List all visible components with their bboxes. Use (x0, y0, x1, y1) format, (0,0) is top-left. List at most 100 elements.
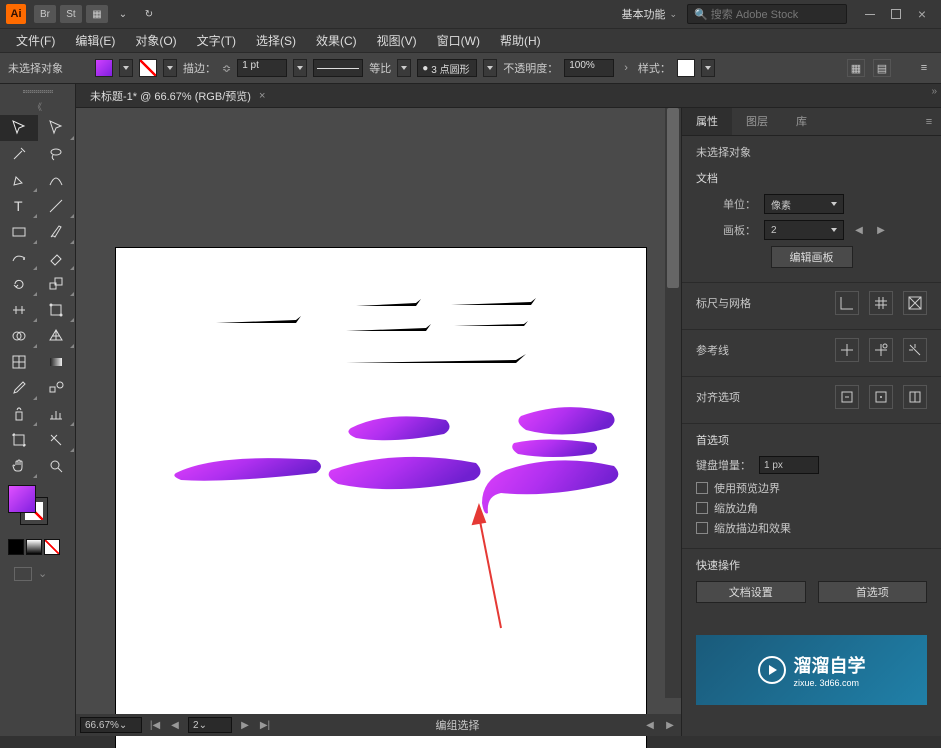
mesh-tool[interactable] (0, 349, 38, 375)
chevron-down-icon[interactable]: ⌄ (112, 5, 134, 23)
menu-window[interactable]: 窗口(W) (427, 29, 490, 53)
stroke-dropdown[interactable] (163, 59, 177, 77)
color-mode-gradient[interactable] (26, 539, 42, 555)
kb-increment-input[interactable]: 1 px (759, 456, 819, 474)
artboard-select[interactable]: 2 (764, 220, 844, 240)
menu-view[interactable]: 视图(V) (367, 29, 427, 53)
ruler-icon[interactable] (835, 291, 859, 315)
smart-guides-icon[interactable] (903, 338, 927, 362)
color-mode-none[interactable] (44, 539, 60, 555)
style-swatch[interactable] (677, 59, 695, 77)
doc-setup-button[interactable]: 文档设置 (696, 581, 806, 603)
fill-swatch[interactable] (95, 59, 113, 77)
width-tool[interactable] (0, 297, 38, 323)
eyedropper-tool[interactable] (0, 375, 38, 401)
menu-effect[interactable]: 效果(C) (306, 29, 367, 53)
doc-setup-icon[interactable]: ▦ (847, 59, 865, 77)
brush-sample[interactable] (313, 59, 363, 77)
arrange-icon[interactable]: ▦ (86, 5, 108, 23)
brush-dropdown[interactable] (397, 59, 411, 77)
tab-properties[interactable]: 属性 (682, 108, 732, 135)
curvature-tool[interactable] (38, 167, 76, 193)
gradient-tool[interactable] (38, 349, 76, 375)
hscroll-left-icon[interactable]: ◀ (643, 718, 657, 732)
width-profile[interactable]: ● 3 点圆形 (417, 59, 477, 77)
snap-grid-icon[interactable] (903, 385, 927, 409)
menu-object[interactable]: 对象(O) (125, 29, 186, 53)
snap-point-icon[interactable] (869, 385, 893, 409)
menu-select[interactable]: 选择(S) (246, 29, 306, 53)
symbol-sprayer-tool[interactable] (0, 401, 38, 427)
blend-tool[interactable] (38, 375, 76, 401)
color-mode-solid[interactable] (8, 539, 24, 555)
eraser-tool[interactable] (38, 245, 76, 271)
menu-file[interactable]: 文件(F) (6, 29, 65, 53)
prefs-icon[interactable]: ▤ (873, 59, 891, 77)
stroke-stepper-icon[interactable]: ≎ (222, 62, 231, 75)
style-dropdown[interactable] (701, 59, 715, 77)
rectangle-tool[interactable] (0, 219, 38, 245)
menu-type[interactable]: 文字(T) (187, 29, 246, 53)
free-transform-tool[interactable] (38, 297, 76, 323)
vertical-scrollbar[interactable] (665, 108, 681, 698)
zoom-dropdown[interactable]: 66.67% ⌄ (80, 717, 142, 733)
close-button[interactable]: × (909, 4, 935, 24)
zoom-tool[interactable] (38, 453, 76, 479)
workspace-chevron-icon[interactable]: ⌄ (669, 9, 677, 20)
magic-wand-tool[interactable] (0, 141, 38, 167)
snap-pixel-icon[interactable] (835, 385, 859, 409)
tab-close-icon[interactable]: × (259, 90, 265, 102)
type-tool[interactable]: T (0, 193, 38, 219)
direct-selection-tool[interactable] (38, 115, 76, 141)
last-artboard-icon[interactable]: ▶| (258, 718, 272, 732)
artboard-tool[interactable] (0, 427, 38, 453)
guides-show-icon[interactable] (835, 338, 859, 362)
perspective-tool[interactable] (38, 323, 76, 349)
hscroll-right-icon[interactable]: ▶ (663, 718, 677, 732)
stroke-swatch[interactable] (139, 59, 157, 77)
grid-icon[interactable] (869, 291, 893, 315)
units-select[interactable]: 像素 (764, 194, 844, 214)
line-tool[interactable] (38, 193, 76, 219)
opacity-input[interactable]: 100% (564, 59, 614, 77)
fill-color[interactable] (8, 485, 36, 513)
stock-icon[interactable]: St (60, 5, 82, 23)
opacity-chevron-icon[interactable]: › (624, 62, 628, 74)
profile-dropdown[interactable] (483, 59, 497, 77)
preferences-button[interactable]: 首选项 (818, 581, 928, 603)
preview-bounds-checkbox[interactable] (696, 482, 708, 494)
maximize-button[interactable] (883, 4, 909, 24)
screen-mode-normal[interactable] (14, 567, 32, 581)
menu-edit[interactable]: 编辑(E) (65, 29, 125, 53)
stroke-weight-input[interactable]: 1 pt (237, 59, 287, 77)
menu-help[interactable]: 帮助(H) (490, 29, 551, 53)
slice-tool[interactable] (38, 427, 76, 453)
first-artboard-icon[interactable]: |◀ (148, 718, 162, 732)
scale-tool[interactable] (38, 271, 76, 297)
artboard-number[interactable]: 2 ⌄ (188, 717, 232, 733)
graph-tool[interactable] (38, 401, 76, 427)
artboard-prev-icon[interactable]: ◀ (852, 223, 866, 237)
artboard[interactable] (116, 248, 646, 748)
panel-collapse-icon[interactable]: » (931, 86, 937, 97)
tab-libraries[interactable]: 库 (782, 108, 821, 135)
align-icon[interactable]: ≡ (915, 59, 933, 77)
lasso-tool[interactable] (38, 141, 76, 167)
tool-collapse-icon[interactable]: 《 (0, 98, 75, 115)
document-tab[interactable]: 未标题-1* @ 66.67% (RGB/预览) × (80, 84, 275, 108)
edit-artboard-button[interactable]: 编辑画板 (771, 246, 853, 268)
sync-icon[interactable]: ↻ (138, 5, 160, 23)
hand-tool[interactable] (0, 453, 38, 479)
shaper-tool[interactable] (0, 245, 38, 271)
rotate-tool[interactable] (0, 271, 38, 297)
screen-mode-dropdown[interactable]: ⌄ (38, 567, 56, 581)
guides-lock-icon[interactable] (869, 338, 893, 362)
search-stock-input[interactable]: 🔍 搜索 Adobe Stock (687, 4, 847, 24)
scale-corners-checkbox[interactable] (696, 502, 708, 514)
scale-strokes-checkbox[interactable] (696, 522, 708, 534)
shape-builder-tool[interactable] (0, 323, 38, 349)
workspace-label[interactable]: 基本功能 (621, 6, 665, 22)
pen-tool[interactable] (0, 167, 38, 193)
fill-dropdown[interactable] (119, 59, 133, 77)
selection-tool[interactable] (0, 115, 38, 141)
